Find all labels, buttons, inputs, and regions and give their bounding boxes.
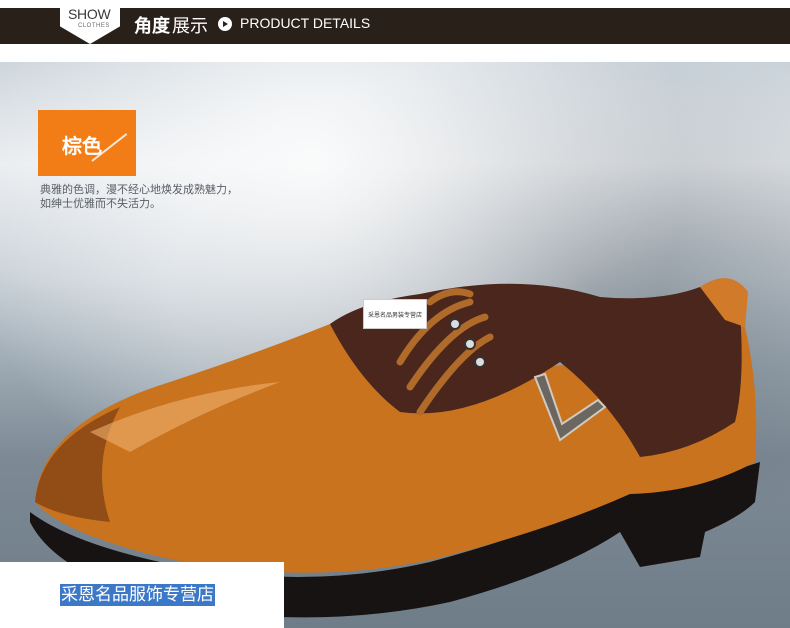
section-title: 展示: [172, 16, 208, 37]
description-line: 典雅的色调，漫不经心地焕发成熟魅力，: [40, 183, 238, 196]
product-hero-image: 棕色 典雅的色调，漫不经心地焕发成熟魅力， 如绅士优雅而不失活力。 采恩名品男装…: [0, 62, 790, 628]
product-description: 典雅的色调，漫不经心地焕发成熟魅力， 如绅士优雅而不失活力。: [40, 183, 280, 211]
header: SHOW CLOTHES 角度 展示 PRODUCT DETAILS: [0, 0, 790, 46]
section-title-bold: 角度: [134, 16, 170, 37]
color-badge-label: 棕色: [62, 134, 102, 158]
store-watermark: 采恩名品男装专营店: [363, 299, 427, 329]
section-title-english: PRODUCT DETAILS: [240, 15, 371, 31]
eyelet: [474, 356, 486, 368]
eyelet: [464, 338, 476, 350]
show-subword: CLOTHES: [78, 23, 110, 29]
show-word: SHOW: [68, 6, 111, 22]
store-name[interactable]: 采恩名品服饰专营店: [60, 584, 215, 606]
arrow-right-icon: [218, 17, 232, 31]
eyelet: [449, 318, 461, 330]
description-line: 如绅士优雅而不失活力。: [40, 197, 161, 210]
